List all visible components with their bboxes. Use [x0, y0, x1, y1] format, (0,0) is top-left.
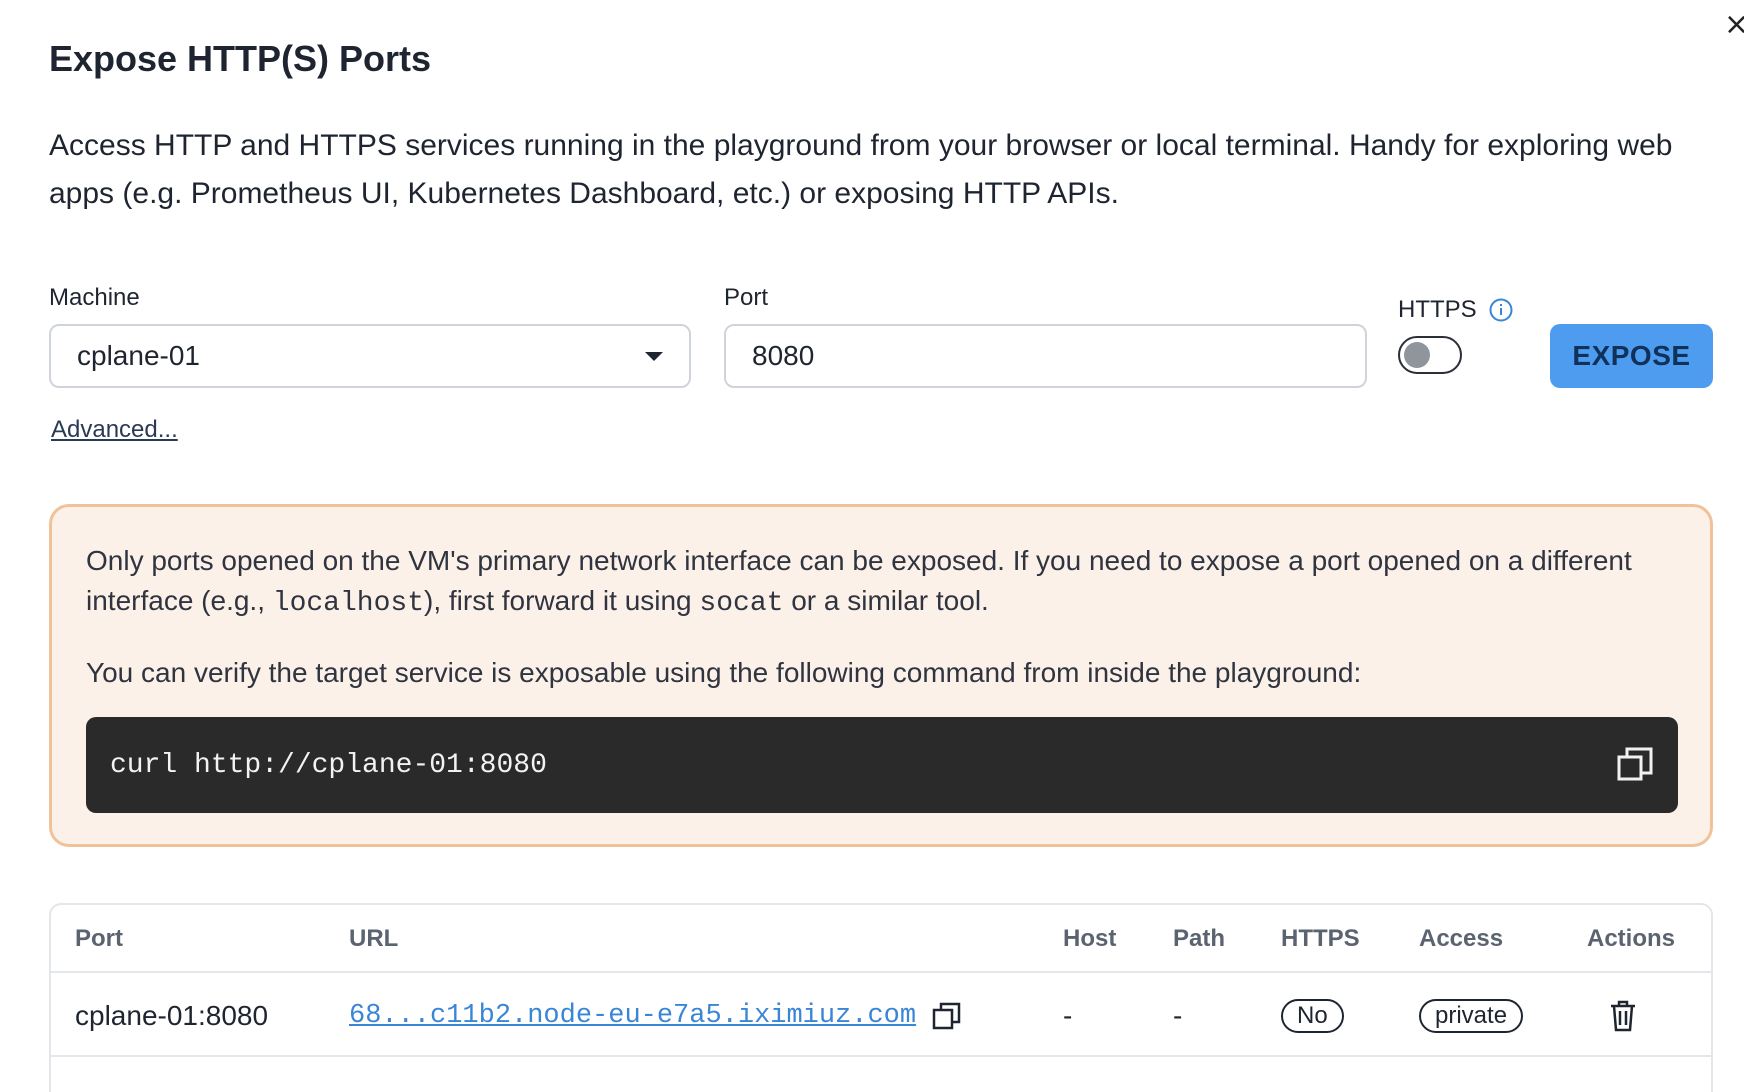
column-header-host: Host: [1063, 925, 1117, 952]
row-path: -: [1173, 1000, 1183, 1031]
chevron-down-icon: [645, 351, 663, 361]
dialog-title: Expose HTTP(S) Ports: [49, 38, 432, 79]
column-header-access: Access: [1419, 925, 1504, 952]
notice-text-2: ), first forward it using: [424, 585, 700, 616]
port-label: Port: [724, 284, 769, 311]
machine-select-value: cplane-01: [77, 340, 200, 371]
row-access-cell: private: [1419, 991, 1524, 1041]
close-icon[interactable]: ×: [1724, 10, 1744, 40]
column-header-path: Path: [1173, 925, 1226, 952]
copy-icon[interactable]: [1616, 746, 1654, 784]
expose-ports-dialog: × Expose HTTP(S) Ports Access HTTP and H…: [0, 0, 1744, 1092]
https-status-badge: No: [1281, 999, 1344, 1033]
machine-select[interactable]: cplane-01: [49, 324, 691, 388]
column-header-url: URL: [349, 925, 399, 952]
header-divider: [51, 971, 1711, 973]
row-url-cell: 68...c11b2.node-eu-e7a5.iximiuz.com: [349, 991, 962, 1041]
command-code-block: curl http://cplane-01:8080: [86, 717, 1678, 813]
row-port: cplane-01:8080: [75, 1000, 269, 1031]
row-host: -: [1063, 1000, 1073, 1031]
row-divider: [51, 1055, 1711, 1057]
notice-box: Only ports opened on the VM's primary ne…: [49, 504, 1713, 847]
notice-paragraph-verify: You can verify the target service is exp…: [86, 657, 1362, 688]
exposed-ports-table: Port URL Host Path HTTPS Access Actions …: [49, 903, 1713, 1092]
advanced-link[interactable]: Advanced...: [51, 416, 178, 444]
https-label: HTTPS: [1398, 296, 1477, 323]
trash-icon[interactable]: [1609, 1000, 1637, 1032]
access-badge[interactable]: private: [1419, 999, 1524, 1033]
toggle-knob: [1404, 342, 1430, 368]
row-url-link[interactable]: 68...c11b2.node-eu-e7a5.iximiuz.com: [349, 1001, 916, 1031]
command-text[interactable]: curl http://cplane-01:8080: [110, 750, 547, 781]
column-header-actions: Actions: [1587, 925, 1676, 952]
expose-button[interactable]: EXPOSE: [1550, 324, 1713, 388]
dialog-description: Access HTTP and HTTPS services running i…: [49, 129, 1673, 210]
info-icon[interactable]: [1489, 298, 1513, 322]
port-input[interactable]: [724, 324, 1367, 388]
copy-icon[interactable]: [932, 1001, 962, 1031]
machine-label: Machine: [49, 284, 140, 311]
https-toggle[interactable]: [1398, 336, 1462, 374]
notice-text-3: or a similar tool.: [783, 585, 989, 616]
https-label-group: HTTPS: [1398, 296, 1513, 324]
notice-paragraph-interface: Only ports opened on the VM's primary ne…: [86, 541, 1686, 624]
row-https-cell: No: [1281, 991, 1344, 1041]
row-actions-cell: [1609, 991, 1637, 1041]
code-socat: socat: [699, 588, 784, 619]
column-header-https: HTTPS: [1281, 925, 1360, 952]
code-localhost: localhost: [272, 588, 424, 619]
column-header-port: Port: [75, 925, 123, 952]
